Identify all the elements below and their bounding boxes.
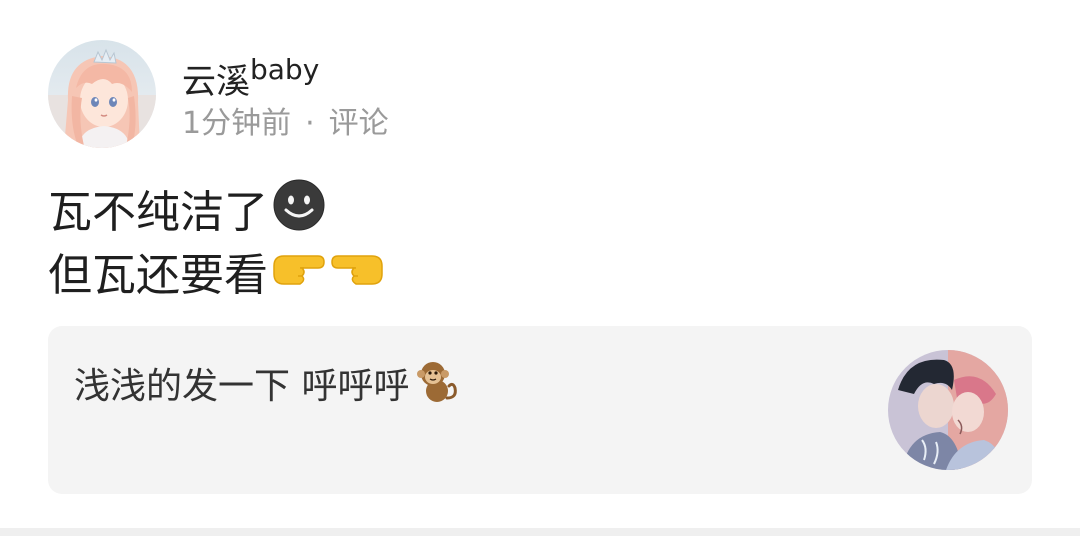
quoted-post-text-row: 浅浅的发一下 呼呼呼 (74, 358, 459, 416)
post-text-line-1: 瓦不纯洁了 (48, 186, 268, 238)
meta-separator: · (305, 106, 315, 141)
pointing-right-icon (270, 246, 326, 304)
quoted-post-card[interactable]: 浅浅的发一下 呼呼呼 (48, 326, 1032, 494)
post-meta: 1分钟前 · 评论 (182, 102, 389, 146)
dark-smiley-icon (272, 178, 326, 246)
post-content: 瓦不纯洁了 但瓦还要看 (48, 178, 386, 304)
author-name[interactable]: 云溪baby (182, 46, 319, 106)
quoted-post-thumbnail (888, 350, 1008, 470)
post-time: 1分钟前 (182, 106, 292, 141)
anime-girl-avatar-icon (48, 40, 156, 148)
author-name-text: 云溪 (182, 62, 250, 102)
pointing-left-icon (330, 246, 386, 304)
monkey-icon (413, 358, 459, 416)
author-name-suffix: baby (250, 53, 320, 86)
post-line-2: 但瓦还要看 (48, 246, 386, 304)
post-line-1: 瓦不纯洁了 (48, 178, 386, 246)
quoted-post-text: 浅浅的发一下 呼呼呼 (74, 366, 410, 407)
section-divider (0, 528, 1080, 536)
author-avatar[interactable] (48, 40, 156, 148)
post-text-line-2: 但瓦还要看 (48, 249, 268, 301)
comment-link[interactable]: 评论 (329, 106, 389, 141)
comic-couple-thumbnail-icon (888, 350, 1008, 470)
